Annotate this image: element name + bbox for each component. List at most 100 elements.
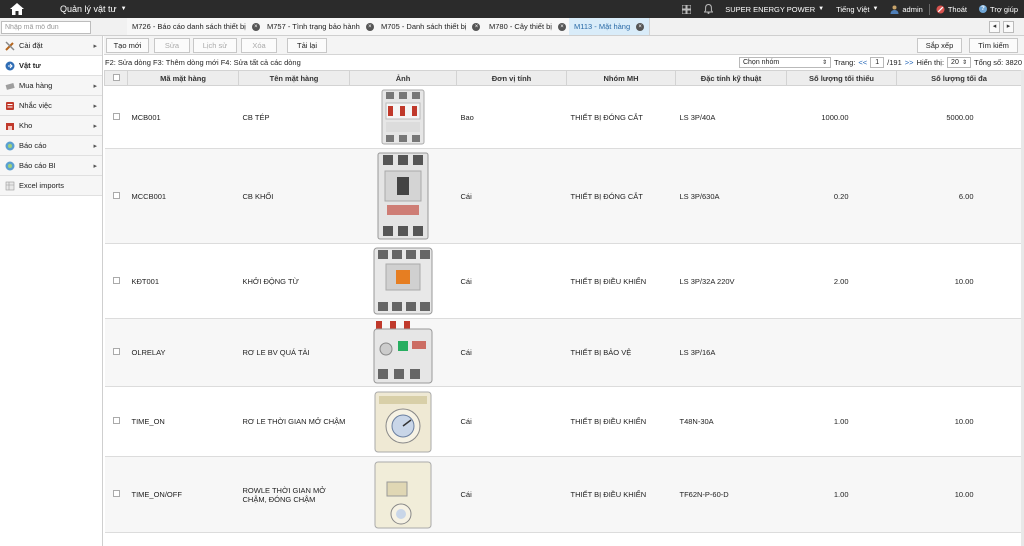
column-header-spec[interactable]: Đặc tính kỹ thuật xyxy=(675,70,787,86)
help-button[interactable]: ? Trợ giúp xyxy=(973,0,1024,18)
module-search-input[interactable] xyxy=(1,21,91,34)
row-select-cell[interactable] xyxy=(104,148,128,244)
table-row[interactable]: OLRELAY RƠ LE BV QUÁ TẢI Cái THIẾT BỊ BẢ… xyxy=(104,318,1022,387)
row-checkbox[interactable] xyxy=(112,191,120,199)
toolbar: Tạo mới Sửa Lịch sử Xóa Tải lại Sắp xếp … xyxy=(104,36,1024,55)
sidebar-item-excel-imports[interactable]: Excel imports xyxy=(0,176,102,196)
row-select-cell[interactable] xyxy=(104,456,128,533)
tab-m757[interactable]: M757 - Tình trạng bảo hành × xyxy=(262,18,380,35)
delete-button[interactable]: Xóa xyxy=(241,38,277,53)
column-header-code[interactable]: Mã mặt hàng xyxy=(127,70,239,86)
tab-m705[interactable]: M705 - Danh sách thiết bị × xyxy=(376,18,487,35)
cell-code: OLRELAY xyxy=(127,318,239,387)
sidebar-item-reports[interactable]: Báo cáo ▸ xyxy=(0,136,102,156)
row-checkbox[interactable] xyxy=(112,112,120,120)
table-row[interactable]: TIME_ON/OFF ROWLE THỜI GIAN MỞ CHẬM, ĐÓN… xyxy=(104,456,1022,533)
row-checkbox[interactable] xyxy=(112,276,120,284)
cell-max: 10.00 xyxy=(896,386,1022,457)
grid-menu-button[interactable] xyxy=(675,0,697,18)
column-header-min[interactable]: Số lượng tối thiểu xyxy=(786,70,897,86)
cell-code: KĐT001 xyxy=(127,243,239,319)
cell-max: 10.00 xyxy=(896,456,1022,533)
cell-min: 1.00 xyxy=(786,386,897,457)
tab-m113[interactable]: M113 - Mặt hàng × xyxy=(569,18,651,35)
sidebar-item-label: Mua hàng xyxy=(19,81,53,90)
column-header-max[interactable]: Số lượng tối đa xyxy=(896,70,1022,86)
table-row[interactable]: TIME_ON RƠ LE THỜI GIAN MỞ CHẬM Cái THIẾ… xyxy=(104,386,1022,457)
warehouse-icon xyxy=(6,122,14,130)
cell-unit: Cái xyxy=(456,318,567,387)
row-select-cell[interactable] xyxy=(104,386,128,457)
column-header-image[interactable]: Ảnh xyxy=(349,70,457,86)
cell-unit: Cái xyxy=(456,456,567,533)
row-select-cell[interactable] xyxy=(104,85,128,149)
cell-spec: TF62N-P-60-D xyxy=(675,456,787,533)
close-icon[interactable]: × xyxy=(472,22,481,31)
user-menu[interactable]: admin xyxy=(884,0,928,18)
tab-label: M705 - Danh sách thiết bị xyxy=(381,22,467,31)
cell-max xyxy=(896,318,1022,387)
history-button[interactable]: Lịch sử xyxy=(193,38,237,53)
user-icon xyxy=(890,5,899,14)
page-input[interactable]: 1 xyxy=(870,57,885,68)
table-row[interactable]: MCB001 CB TÉP Bao THIẾT BỊ ĐÓNG CẮT LS 3… xyxy=(104,85,1022,149)
sidebar-item-warehouse[interactable]: Kho ▸ xyxy=(0,116,102,136)
search-button[interactable]: Tìm kiếm xyxy=(969,38,1018,53)
row-checkbox[interactable] xyxy=(112,490,120,497)
edit-button[interactable]: Sửa xyxy=(154,38,190,53)
cell-group: THIẾT BỊ ĐÓNG CẮT xyxy=(566,85,676,149)
sidebar-item-purchasing[interactable]: Mua hàng ▸ xyxy=(0,76,102,96)
sidebar: Cài đặt ▸ Vật tư Mua hàng ▸ Nhắc việc ▸ … xyxy=(0,36,103,546)
tab-scroll-left-button[interactable]: ◂ xyxy=(989,21,1000,33)
close-icon[interactable]: × xyxy=(365,22,374,31)
close-icon[interactable]: × xyxy=(557,22,566,31)
close-icon[interactable]: × xyxy=(636,22,645,31)
app-title-menu[interactable]: Quản lý vật tư ▼ xyxy=(60,4,127,14)
select-all-checkbox[interactable] xyxy=(112,73,120,81)
group-select-value: Chọn nhóm xyxy=(742,59,780,66)
cell-group: THIẾT BỊ ĐIỀU KHIỂN xyxy=(566,386,676,457)
create-button[interactable]: Tạo mới xyxy=(106,38,149,53)
language-selector[interactable]: Tiếng Việt ▼ xyxy=(830,0,884,18)
sidebar-item-settings[interactable]: Cài đặt ▸ xyxy=(0,36,102,56)
column-header-group[interactable]: Nhóm MH xyxy=(566,70,676,86)
column-header-name[interactable]: Tên mặt hàng xyxy=(238,70,350,86)
prev-page-button[interactable]: << xyxy=(858,58,867,67)
sidebar-item-bi-reports[interactable]: Báo cáo BI ▸ xyxy=(0,156,102,176)
company-selector[interactable]: SUPER ENERGY POWER ▼ xyxy=(719,0,830,18)
table-header: Mã mặt hàng Tên mặt hàng Ảnh Đơn vị tính… xyxy=(104,70,1022,86)
help-icon: ? xyxy=(979,5,988,13)
sidebar-item-materials[interactable]: Vật tư xyxy=(0,56,102,76)
logout-label: Thoát xyxy=(947,4,968,14)
tab-scroll-right-button[interactable]: ▸ xyxy=(1003,21,1014,33)
tab-m726[interactable]: M726 - Báo cáo danh sách thiết bị × xyxy=(127,18,266,35)
tab-m780[interactable]: M780 - Cây thiết bị × xyxy=(484,18,572,35)
logout-button[interactable]: Thoát xyxy=(930,0,973,18)
home-button[interactable] xyxy=(0,0,34,18)
table-row[interactable]: MCCB001 CB KHỐI Cái THIẾT BỊ ĐÓNG CẮT LS… xyxy=(104,148,1022,244)
close-icon[interactable]: × xyxy=(251,22,260,31)
group-select[interactable]: Chọn nhóm ⇕ xyxy=(738,57,831,68)
help-label: Trợ giúp xyxy=(990,4,1018,14)
cell-spec: LS 3P/630A xyxy=(675,148,787,244)
sidebar-item-reminders[interactable]: Nhắc việc ▸ xyxy=(0,96,102,116)
page-size-select[interactable]: 20 ⇕ xyxy=(947,57,972,68)
notification-button[interactable] xyxy=(697,0,719,18)
reload-button[interactable]: Tải lại xyxy=(287,38,327,53)
total-count: Tổng số: 3820 xyxy=(974,58,1022,67)
select-all-cell[interactable] xyxy=(104,70,128,86)
row-checkbox[interactable] xyxy=(112,348,120,355)
cell-name: CB KHỐI xyxy=(238,148,350,244)
table-row[interactable]: KĐT001 KHỞI ĐỘNG TỪ Cái THIẾT BỊ ĐIỀU KH… xyxy=(104,243,1022,319)
row-checkbox[interactable] xyxy=(112,417,120,424)
reminder-icon xyxy=(6,101,14,110)
row-select-cell[interactable] xyxy=(104,318,128,387)
row-select-cell[interactable] xyxy=(104,243,128,319)
next-page-button[interactable]: >> xyxy=(905,58,914,67)
sort-button[interactable]: Sắp xếp xyxy=(917,38,962,53)
show-label: Hiển thị: xyxy=(916,58,945,67)
column-header-unit[interactable]: Đơn vị tính xyxy=(456,70,567,86)
cell-image xyxy=(349,456,457,533)
chevron-right-icon: ▸ xyxy=(93,43,97,50)
sidebar-item-label: Báo cáo BI xyxy=(19,161,56,170)
